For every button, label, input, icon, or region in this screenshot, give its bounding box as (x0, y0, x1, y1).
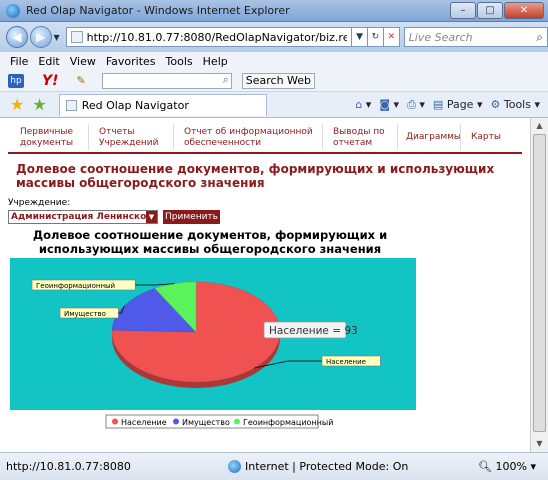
stop-icon[interactable]: ✕ (383, 27, 400, 47)
pie-callout-label: Имущество (64, 310, 106, 318)
institution-select[interactable]: Администрация Ленинского ра ▼ (8, 210, 158, 224)
window-titlebar: Red Olap Navigator - Windows Internet Ex… (0, 0, 548, 22)
back-button[interactable]: ◀ (6, 26, 28, 48)
yahoo-icon[interactable]: Y! (42, 73, 59, 89)
pie-callout-label: Геоинформационный (36, 282, 115, 290)
nav-primary-docs[interactable]: Первичные документы (8, 124, 88, 149)
favorites-star-icon[interactable]: ★ (10, 95, 24, 114)
links-toolbar: hp Y! ✎ ⌕ Search Web (0, 70, 548, 92)
pie-chart: Население Имущество Геоинформационный Насел… (10, 258, 416, 433)
add-favorites-icon[interactable]: ★ (32, 95, 46, 114)
legend-item[interactable]: Население (121, 418, 167, 427)
menu-help[interactable]: Help (203, 55, 228, 68)
pie-callout-label: Население (326, 358, 366, 366)
page-menu-label: Page (446, 98, 474, 111)
menu-bar: File Edit View Favorites Tools Help (0, 52, 548, 70)
toolbar-search-icon[interactable]: ⌕ (223, 73, 229, 87)
chart-tooltip: Население = 93 (269, 325, 358, 337)
tab-label: Red Olap Navigator (81, 98, 189, 112)
search-icon[interactable]: ⌕ (536, 30, 543, 45)
window-title: Red Olap Navigator - Windows Internet Ex… (26, 4, 290, 17)
nav-diagrams[interactable]: Диаграммы (398, 124, 461, 143)
minimize-button[interactable]: – (450, 2, 476, 19)
pencil-icon[interactable]: ✎ (77, 74, 86, 87)
magnifier-icon: 🔍︎ (478, 460, 493, 473)
home-icon[interactable]: ⌂ ▾ (355, 98, 371, 111)
command-bar: ⌂ ▾ ◙ ▾ ⎙ ▾ ▤ Page ▾ ⚙ Tools ▾ (355, 98, 548, 112)
address-bar[interactable]: http://10.81.0.77:8080/RedOlapNavigator/… (65, 27, 353, 47)
security-zone[interactable]: Internet | Protected Mode: On (228, 460, 408, 473)
legend-swatch (112, 418, 118, 425)
status-bar: http://10.81.0.77:8080 Internet | Protec… (0, 452, 548, 480)
page-menu-button[interactable]: ▤ Page ▾ (433, 98, 483, 111)
refresh-icon[interactable]: ↻ (368, 27, 384, 47)
zoom-level[interactable]: 🔍︎ 100% ▾ (478, 460, 536, 473)
menu-edit[interactable]: Edit (38, 55, 59, 68)
legend-item[interactable]: Имущество (182, 418, 230, 427)
feeds-icon[interactable]: ◙ ▾ (379, 98, 399, 111)
menu-tools[interactable]: Tools (166, 55, 193, 68)
pie-slices (111, 281, 281, 388)
page-icon (70, 31, 83, 43)
tools-menu-button[interactable]: ⚙ Tools ▾ (490, 98, 540, 111)
menu-favorites[interactable]: Favorites (106, 55, 156, 68)
history-dropdown-icon[interactable]: ▼ (54, 33, 60, 42)
tab-page-icon (65, 99, 77, 111)
status-url: http://10.81.0.77:8080 (6, 460, 131, 473)
scroll-up-icon[interactable]: ▲ (531, 118, 548, 134)
search-input[interactable]: Live Search ⌕ (403, 27, 548, 47)
nav-conclusions[interactable]: Выводы по отчетам (323, 124, 397, 149)
legend-swatch (234, 418, 240, 425)
chart-title: Долевое соотношение документов, формирую… (32, 228, 388, 256)
legend-swatch (173, 418, 179, 425)
nav-info-report[interactable]: Отчет об информационной обеспеченности (174, 124, 322, 149)
chart-legend: Население Имущество Геоинформационный (105, 414, 333, 429)
scroll-thumb[interactable] (533, 134, 546, 432)
forward-button[interactable]: ▶ (29, 26, 52, 48)
ie-app-icon (6, 3, 20, 18)
vertical-scrollbar[interactable]: ▲ ▼ (530, 118, 548, 452)
search-web-button[interactable]: Search Web (241, 72, 316, 89)
chevron-down-icon[interactable]: ▼ (146, 211, 157, 223)
close-window-button[interactable]: ✕ (504, 2, 544, 19)
pie-chart-svg: НаселениеИмуществоГеоинформационныйНасел… (10, 258, 416, 429)
address-toolbar: ◀ ▶ ▼ http://10.81.0.77:8080/RedOlapNavi… (0, 22, 548, 52)
nav-maps[interactable]: Карты (461, 124, 501, 143)
hp-icon[interactable]: hp (8, 73, 24, 88)
institution-label: Учреждение: (8, 198, 71, 208)
institution-value: Администрация Ленинского ра (11, 212, 158, 222)
toolbar-search-input[interactable]: ⌕ (101, 72, 232, 89)
site-navigation: Первичные документы Отчеты Учреждений От… (8, 124, 522, 154)
search-placeholder: Live Search (408, 30, 473, 44)
menu-file[interactable]: File (10, 55, 28, 68)
menu-view[interactable]: View (70, 55, 96, 68)
zone-text: Internet | Protected Mode: On (245, 460, 409, 473)
scroll-down-icon[interactable]: ▼ (531, 436, 548, 452)
page-content: Первичные документы Отчеты Учреждений От… (0, 118, 530, 452)
legend-item[interactable]: Геоинформационный (243, 418, 333, 427)
globe-icon (228, 460, 241, 473)
page-title: Долевое соотношение документов, формирую… (16, 162, 495, 190)
zoom-value: 100% (495, 460, 527, 473)
tab-bar: ★ ★ Red Olap Navigator ⌂ ▾ ◙ ▾ ⎙ ▾ ▤ Pag… (0, 92, 548, 118)
tools-menu-label: Tools (503, 98, 531, 111)
address-url: http://10.81.0.77:8080/RedOlapNavigator/… (86, 30, 348, 44)
tab-red-olap-navigator[interactable]: Red Olap Navigator (58, 93, 267, 116)
print-icon[interactable]: ⎙ ▾ (407, 98, 425, 112)
nav-institution-reports[interactable]: Отчеты Учреждений (89, 124, 173, 149)
apply-button[interactable]: Применить (163, 210, 220, 224)
address-dropdown-icon[interactable]: ▼ (352, 27, 369, 47)
maximize-button[interactable]: □ (477, 2, 503, 19)
